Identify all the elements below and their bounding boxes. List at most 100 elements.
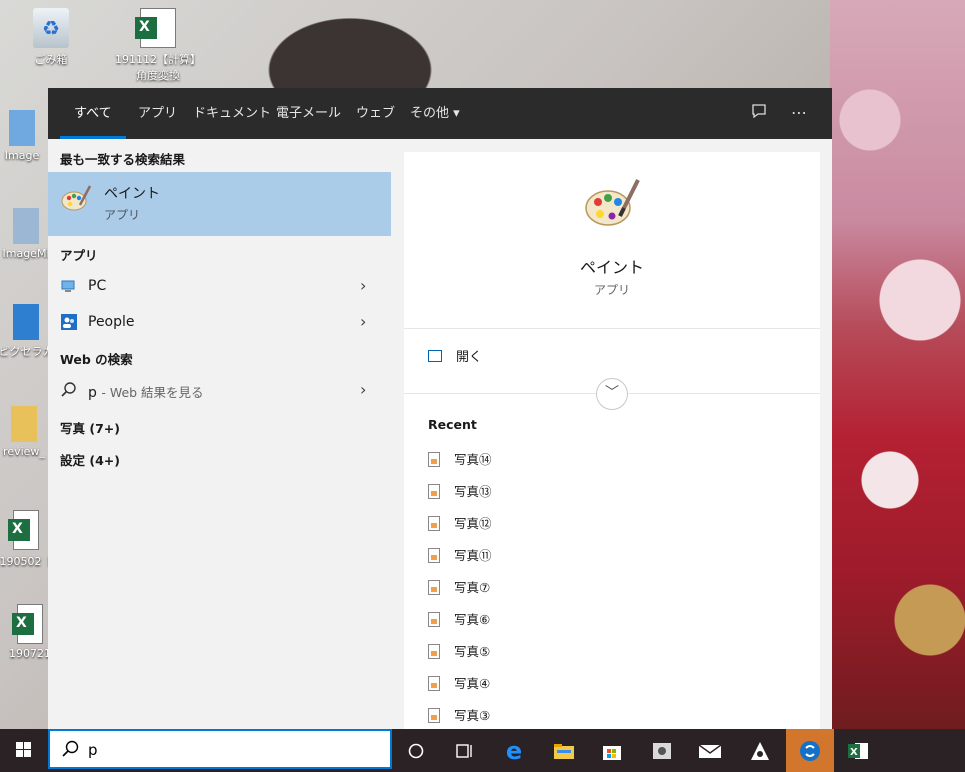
recent-heading: Recent xyxy=(428,417,477,432)
recent-file[interactable]: 写真③ xyxy=(428,705,490,727)
recent-file[interactable]: 写真⑬ xyxy=(428,481,492,503)
chevron-right-icon[interactable]: › xyxy=(360,380,366,399)
recent-file-name: 写真④ xyxy=(454,676,491,691)
recent-file-name: 写真⑫ xyxy=(454,516,492,531)
image-file-icon xyxy=(428,708,440,723)
tab-documents[interactable]: ドキュメント xyxy=(193,88,271,139)
best-match-type: アプリ xyxy=(104,208,141,222)
best-match-paint[interactable]: ペイント アプリ xyxy=(48,172,391,236)
desktop-icon-label: ピクセラカ xyxy=(0,345,54,358)
result-label: People xyxy=(88,314,135,330)
more-options-icon[interactable]: ⋯ xyxy=(788,102,810,124)
recent-file[interactable]: 写真⑦ xyxy=(428,577,490,599)
image-file-icon xyxy=(428,548,440,563)
open-action[interactable]: 開く xyxy=(428,346,482,368)
recent-file-name: 写真⑤ xyxy=(454,644,491,659)
tab-apps[interactable]: アプリ xyxy=(138,88,177,139)
taskbar-search-box[interactable] xyxy=(48,729,392,769)
desktop-icon-label: 191112【計算】角度変換 xyxy=(115,53,201,82)
search-panel: すべて アプリ ドキュメント 電子メール ウェブ その他 ▾ ⋯ 最も一致する検… xyxy=(48,88,832,729)
preview-app-type: アプリ xyxy=(593,283,630,297)
excel-file-icon: X xyxy=(135,8,176,48)
shortcut-icon xyxy=(13,304,39,340)
file-explorer-icon[interactable] xyxy=(540,729,588,772)
chevron-right-icon[interactable]: › xyxy=(360,312,366,331)
image-file-icon xyxy=(428,612,440,627)
open-label: 開く xyxy=(456,350,483,365)
desktop-icon-label: 190721 xyxy=(9,647,51,660)
people-icon xyxy=(61,314,77,330)
desktop-icon-label: Image xyxy=(4,149,40,162)
divider xyxy=(404,328,820,329)
web-query-text: p xyxy=(88,385,97,401)
paint-palette-icon xyxy=(61,185,92,211)
recent-file[interactable]: 写真⑫ xyxy=(428,513,492,535)
best-match-name: ペイント xyxy=(104,186,160,202)
taskbar: e X xyxy=(0,729,965,772)
web-search-label: p - Web 結果を見る xyxy=(88,382,204,401)
image-file-icon xyxy=(428,580,440,595)
start-button[interactable] xyxy=(0,729,48,772)
search-input[interactable] xyxy=(88,738,378,762)
mail-icon[interactable] xyxy=(686,729,734,772)
result-people[interactable]: People › xyxy=(48,305,391,339)
excel-icon[interactable]: X xyxy=(834,729,882,772)
recent-file-name: 写真⑬ xyxy=(454,484,492,499)
preview-pane: ペイント アプリ 開く ﹀ Recent 写真⑭ 写真⑬ 写真⑫ 写真⑪ 写真⑦… xyxy=(404,152,820,729)
expand-chevron-icon[interactable]: ﹀ xyxy=(596,378,628,410)
wallpaper-dark-shape xyxy=(240,0,460,90)
recent-file-name: 写真③ xyxy=(454,708,491,723)
tab-all[interactable]: すべて xyxy=(60,88,126,139)
recent-file[interactable]: 写真⑪ xyxy=(428,545,492,567)
shortcut-icon xyxy=(13,208,39,244)
desktop-icon-excel-file[interactable]: X 191112【計算】角度変換 xyxy=(112,8,204,83)
recent-file-name: 写真⑦ xyxy=(454,580,491,595)
task-view-icon[interactable] xyxy=(440,729,488,772)
recent-file-name: 写真⑭ xyxy=(454,452,492,467)
desktop-icon-recycle-bin[interactable]: ♻ ごみ箱 xyxy=(6,8,96,67)
tab-web[interactable]: ウェブ xyxy=(356,88,395,139)
best-match-heading: 最も一致する検索結果 xyxy=(60,152,186,167)
paint-palette-icon xyxy=(585,179,640,226)
open-icon xyxy=(428,350,442,362)
desktop-icon-label: ごみ箱 xyxy=(34,53,68,66)
search-icon xyxy=(62,740,79,757)
image-file-icon xyxy=(428,452,440,467)
apps-heading: アプリ xyxy=(60,248,98,263)
desktop-icon-label: ImageMi xyxy=(2,247,50,260)
recent-file-name: 写真⑪ xyxy=(454,548,492,563)
pc-icon xyxy=(61,280,75,292)
cortana-icon[interactable] xyxy=(392,729,440,772)
tab-email[interactable]: 電子メール xyxy=(276,88,341,139)
shazam-like-icon[interactable] xyxy=(786,729,834,772)
recent-file[interactable]: 写真④ xyxy=(428,673,490,695)
result-label: PC xyxy=(88,278,107,294)
image-file-icon xyxy=(428,676,440,691)
recent-file-name: 写真⑥ xyxy=(454,612,491,627)
photos-icon[interactable] xyxy=(638,729,686,772)
web-search-result[interactable]: p - Web 結果を見る › xyxy=(48,373,391,407)
category-photos[interactable]: 写真 (7+) xyxy=(60,418,120,437)
tab-more[interactable]: その他 ▾ xyxy=(410,88,460,139)
category-settings[interactable]: 設定 (4+) xyxy=(60,450,120,469)
recent-file[interactable]: 写真⑥ xyxy=(428,609,490,631)
preview-app-name: ペイント xyxy=(579,258,644,277)
image-file-icon xyxy=(428,484,440,499)
excel-file-icon: X xyxy=(12,604,43,644)
sketch-app-icon[interactable] xyxy=(736,729,784,772)
svg-text:X: X xyxy=(850,747,858,758)
desktop-icon-label: review_ xyxy=(3,445,45,458)
search-icon xyxy=(61,382,76,397)
feedback-icon[interactable] xyxy=(748,102,770,124)
edge-icon[interactable]: e xyxy=(490,729,538,772)
shortcut-icon xyxy=(9,110,35,146)
chevron-right-icon[interactable]: › xyxy=(360,276,366,295)
web-search-heading: Web の検索 xyxy=(60,352,133,367)
recent-file[interactable]: 写真⑤ xyxy=(428,641,490,663)
result-pc[interactable]: PC › xyxy=(48,269,391,303)
web-hint-text: - Web 結果を見る xyxy=(101,385,204,400)
recycle-bin-icon: ♻ xyxy=(33,8,69,48)
store-icon[interactable] xyxy=(588,729,636,772)
recent-file[interactable]: 写真⑭ xyxy=(428,449,492,471)
image-file-icon xyxy=(428,516,440,531)
